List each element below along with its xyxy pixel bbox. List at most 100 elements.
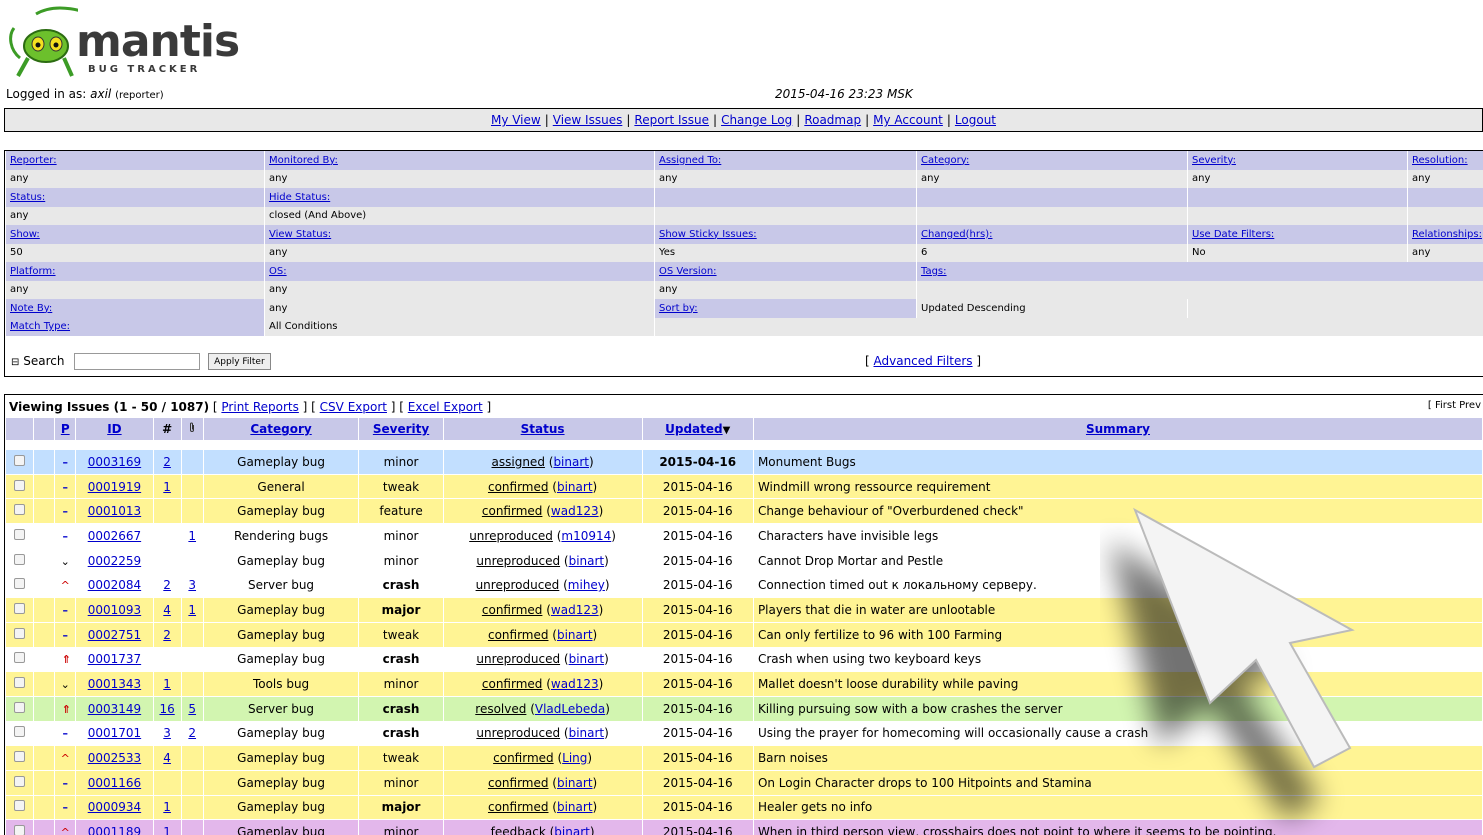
filter-match-type-label[interactable]: Match Type:: [10, 321, 70, 332]
issue-summary[interactable]: Healer gets no info: [753, 795, 1482, 820]
filter-relationships-label[interactable]: Relationships:: [1412, 229, 1482, 240]
mantis-logo[interactable]: mantis BUG TRACKER: [6, 6, 240, 80]
issue-handler-link[interactable]: binart: [569, 726, 605, 740]
menu-logout[interactable]: Logout: [955, 113, 996, 127]
issue-checkbox[interactable]: [14, 479, 26, 491]
issue-id-link[interactable]: 0001343: [88, 677, 141, 691]
issue-id-link[interactable]: 0001189: [88, 825, 141, 835]
filter-os-label[interactable]: OS:: [269, 266, 287, 277]
issue-handler-link[interactable]: binart: [557, 480, 593, 494]
issue-id-link[interactable]: 0000934: [88, 800, 141, 814]
filter-use-date-label[interactable]: Use Date Filters:: [1192, 229, 1274, 240]
issue-summary[interactable]: Barn noises: [753, 746, 1482, 770]
issue-summary[interactable]: Cannot Drop Mortar and Pestle: [753, 548, 1482, 573]
issue-notes-link[interactable]: 16: [159, 702, 174, 716]
issue-checkbox[interactable]: [14, 825, 26, 835]
issue-checkbox[interactable]: [14, 677, 26, 689]
issue-id-link[interactable]: 0002259: [88, 554, 141, 568]
issue-notes-link[interactable]: 1: [163, 800, 171, 814]
issue-notes-link[interactable]: 4: [163, 603, 171, 617]
issue-checkbox[interactable]: [14, 701, 26, 713]
issue-checkbox[interactable]: [14, 726, 26, 738]
issue-summary[interactable]: Windmill wrong ressource requirement: [753, 474, 1482, 499]
issue-summary[interactable]: Change behaviour of "Overburdened check": [753, 499, 1482, 524]
filter-view-status-label[interactable]: View Status:: [269, 229, 331, 240]
issue-notes-link[interactable]: 1: [163, 825, 171, 835]
print-reports-link[interactable]: Print Reports: [221, 400, 298, 414]
filter-sticky-label[interactable]: Show Sticky Issues:: [659, 229, 757, 240]
issue-handler-link[interactable]: binart: [553, 455, 589, 469]
sort-id[interactable]: ID: [107, 422, 121, 436]
filter-show-label[interactable]: Show:: [10, 229, 40, 240]
csv-export-link[interactable]: CSV Export: [320, 400, 387, 414]
issue-id-link[interactable]: 0001166: [88, 776, 141, 790]
issue-id-link[interactable]: 0001701: [88, 726, 141, 740]
issue-summary[interactable]: Mallet doesn't loose durability while pa…: [753, 672, 1482, 696]
issue-id-link[interactable]: 0001737: [88, 652, 141, 666]
issue-summary[interactable]: When in third person view, crosshairs do…: [753, 820, 1482, 835]
issue-id-link[interactable]: 0002084: [88, 578, 141, 592]
issue-checkbox[interactable]: [14, 627, 26, 639]
issue-notes-link[interactable]: 1: [163, 677, 171, 691]
issue-checkbox[interactable]: [14, 775, 26, 787]
sort-category[interactable]: Category: [250, 422, 311, 436]
issue-notes-link[interactable]: 1: [163, 480, 171, 494]
issue-checkbox[interactable]: [14, 578, 26, 590]
issue-id-link[interactable]: 0003169: [88, 455, 141, 469]
excel-export-link[interactable]: Excel Export: [408, 400, 483, 414]
filter-os-version-label[interactable]: OS Version:: [659, 266, 717, 277]
sort-priority[interactable]: P: [61, 422, 70, 436]
issue-summary[interactable]: Using the prayer for homecoming will occ…: [753, 721, 1482, 746]
issue-checkbox[interactable]: [14, 652, 26, 664]
menu-my-view[interactable]: My View: [491, 113, 541, 127]
issue-summary[interactable]: Characters have invisible legs: [753, 524, 1482, 548]
issue-handler-link[interactable]: m10914: [561, 529, 611, 543]
search-input[interactable]: [74, 353, 201, 370]
issue-handler-link[interactable]: binart: [557, 628, 593, 642]
issue-handler-link[interactable]: wad123: [551, 603, 599, 617]
issue-notes-link[interactable]: 3: [163, 726, 171, 740]
issue-summary[interactable]: Can only fertilize to 96 with 100 Farmin…: [753, 622, 1482, 647]
sort-summary[interactable]: Summary: [1086, 422, 1150, 436]
issue-handler-link[interactable]: wad123: [551, 677, 599, 691]
issue-checkbox[interactable]: [14, 553, 26, 565]
filter-platform-label[interactable]: Platform:: [10, 266, 56, 277]
issue-checkbox[interactable]: [14, 504, 26, 516]
issue-attachments-link[interactable]: 1: [188, 603, 196, 617]
filter-note-by-label[interactable]: Note By:: [10, 303, 52, 314]
collapse-icon[interactable]: ⊟: [11, 357, 19, 368]
sort-updated[interactable]: Updated: [665, 422, 723, 436]
issue-id-link[interactable]: 0001919: [88, 480, 141, 494]
issue-handler-link[interactable]: binart: [557, 776, 593, 790]
issue-summary[interactable]: Connection timed out к локальному сервер…: [753, 573, 1482, 598]
filter-hide-status-label[interactable]: Hide Status:: [269, 192, 330, 203]
filter-severity-label[interactable]: Severity:: [1192, 155, 1236, 166]
issue-handler-link[interactable]: wad123: [551, 504, 599, 518]
issue-summary[interactable]: Killing pursuing sow with a bow crashes …: [753, 696, 1482, 721]
issue-id-link[interactable]: 0001013: [88, 504, 141, 518]
issue-checkbox[interactable]: [14, 454, 26, 466]
sort-severity[interactable]: Severity: [373, 422, 429, 436]
issue-notes-link[interactable]: 2: [163, 455, 171, 469]
filter-category-label[interactable]: Category:: [921, 155, 969, 166]
issue-attachments-link[interactable]: 2: [188, 726, 196, 740]
menu-report-issue[interactable]: Report Issue: [634, 113, 709, 127]
issue-attachments-link[interactable]: 3: [188, 578, 196, 592]
issue-summary[interactable]: Crash when using two keyboard keys: [753, 647, 1482, 672]
filter-assigned-label[interactable]: Assigned To:: [659, 155, 721, 166]
issue-id-link[interactable]: 0002667: [88, 529, 141, 543]
issue-handler-link[interactable]: Ling: [562, 751, 587, 765]
menu-change-log[interactable]: Change Log: [721, 113, 792, 127]
issue-handler-link[interactable]: binart: [554, 825, 590, 835]
menu-roadmap[interactable]: Roadmap: [804, 113, 861, 127]
issue-checkbox[interactable]: [14, 602, 26, 614]
filter-resolution-label[interactable]: Resolution:: [1412, 155, 1468, 166]
issue-checkbox[interactable]: [14, 751, 26, 763]
issue-handler-link[interactable]: VladLebeda: [535, 702, 605, 716]
issue-handler-link[interactable]: binart: [569, 652, 605, 666]
filter-status-label[interactable]: Status:: [10, 192, 45, 203]
issue-id-link[interactable]: 0002533: [88, 751, 141, 765]
pagination[interactable]: [ First Prev: [1428, 400, 1481, 411]
issue-id-link[interactable]: 0003149: [88, 702, 141, 716]
issue-attachments-link[interactable]: 5: [188, 702, 196, 716]
